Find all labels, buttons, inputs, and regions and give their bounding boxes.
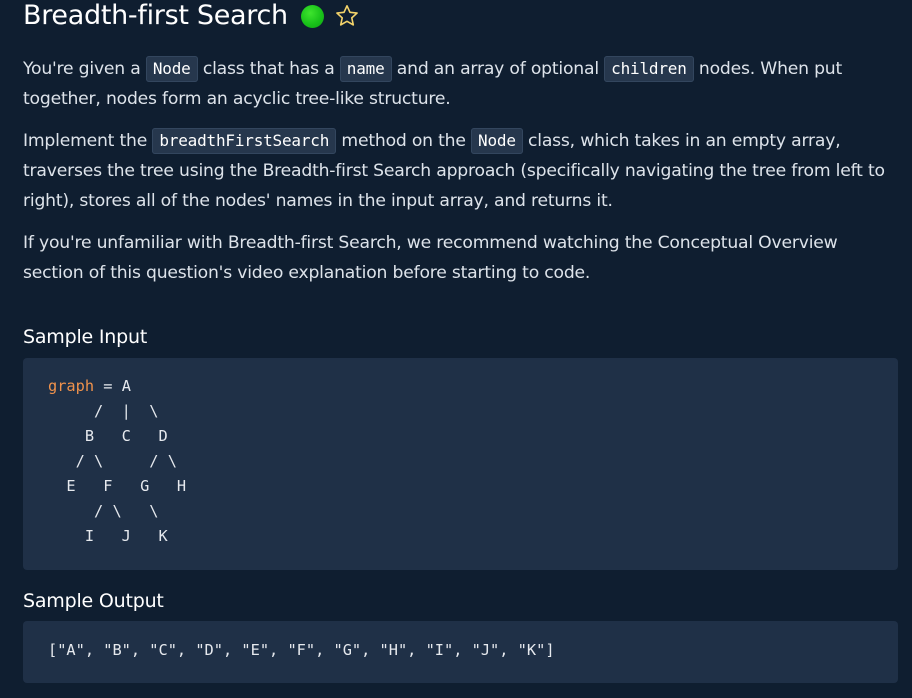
text-segment: You're given a <box>23 59 146 79</box>
code-line: E F G H <box>48 477 187 495</box>
sample-output-code-block: ["A", "B", "C", "D", "E", "F", "G", "H",… <box>23 621 898 683</box>
inline-code-node: Node <box>471 128 523 154</box>
completion-status-icon <box>300 4 324 28</box>
text-segment: class that has a <box>197 59 340 79</box>
text-segment: Implement the <box>23 131 153 151</box>
code-line: / \ \ <box>48 502 159 520</box>
description-paragraph-3: If you're unfamiliar with Breadth-first … <box>23 233 838 283</box>
inline-code-children: children <box>604 56 694 82</box>
sample-input-code-block: graph = A / | \ B C D / \ / \ E F G H / … <box>23 358 898 570</box>
code-line: B C D <box>48 427 168 445</box>
code-line: / | \ <box>48 402 159 420</box>
code-line: I J K <box>48 527 168 545</box>
inline-code-node: Node <box>145 56 198 82</box>
description-paragraph-1: You're given a Node class that has a nam… <box>23 54 903 114</box>
code-line: = A <box>94 377 131 395</box>
code-line: / \ / \ <box>48 452 177 470</box>
text-segment: and an array of optional <box>391 59 605 79</box>
sample-output-heading: Sample Output <box>23 590 164 612</box>
sample-input-code: graph = A / | \ B C D / \ / \ E F G H / … <box>23 358 898 549</box>
page-title: Breadth-first Search <box>23 0 288 31</box>
description-paragraph-2: Implement the breadthFirstSearch method … <box>23 126 903 216</box>
star-outline-icon[interactable] <box>334 3 360 29</box>
inline-code-method: breadthFirstSearch <box>152 128 337 154</box>
inline-code-name: name <box>339 56 392 82</box>
graph-variable: graph <box>48 377 95 395</box>
sample-output-code: ["A", "B", "C", "D", "E", "F", "G", "H",… <box>48 641 555 659</box>
title-row: Breadth-first Search <box>23 0 360 32</box>
sample-input-heading: Sample Input <box>23 326 148 348</box>
text-segment: method on the <box>336 131 472 151</box>
